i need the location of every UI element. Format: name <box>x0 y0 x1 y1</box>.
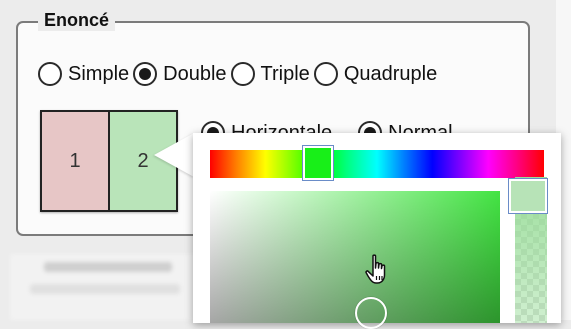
radio-quadruple[interactable]: Quadruple <box>313 62 438 86</box>
hand-pointer-icon <box>365 254 386 284</box>
radio-triple[interactable]: Triple <box>230 62 310 86</box>
radio-double-label: Double <box>163 62 227 85</box>
hue-slider-thumb[interactable] <box>302 145 334 181</box>
alpha-slider-thumb[interactable] <box>508 178 548 214</box>
radio-simple[interactable]: Simple <box>38 62 129 86</box>
radio-circle-icon[interactable] <box>313 62 338 86</box>
groupbox-title: Enoncé <box>38 9 116 31</box>
swatch-1-label: 1 <box>69 149 81 172</box>
radio-checked-icon[interactable] <box>133 62 158 86</box>
count-radio-group: Simple Double Triple Quadruple <box>38 59 441 89</box>
blurred-line <box>44 262 172 272</box>
color-swatch-1[interactable]: 1 <box>42 112 110 210</box>
hue-slider[interactable] <box>210 150 544 178</box>
popup-pointer <box>154 133 194 177</box>
saturation-value-thumb[interactable] <box>355 297 387 329</box>
radio-triple-label: Triple <box>260 62 310 85</box>
saturation-value-area[interactable] <box>210 191 500 329</box>
blurred-content <box>10 254 200 320</box>
radio-quadruple-label: Quadruple <box>343 62 438 85</box>
radio-double[interactable]: Double <box>133 62 227 86</box>
radio-circle-icon[interactable] <box>230 62 255 86</box>
swatch-2-label: 2 <box>137 149 149 172</box>
color-picker-popup <box>193 133 561 329</box>
radio-circle-icon[interactable] <box>38 62 62 86</box>
blurred-line <box>30 284 180 294</box>
radio-simple-label: Simple <box>68 62 130 85</box>
